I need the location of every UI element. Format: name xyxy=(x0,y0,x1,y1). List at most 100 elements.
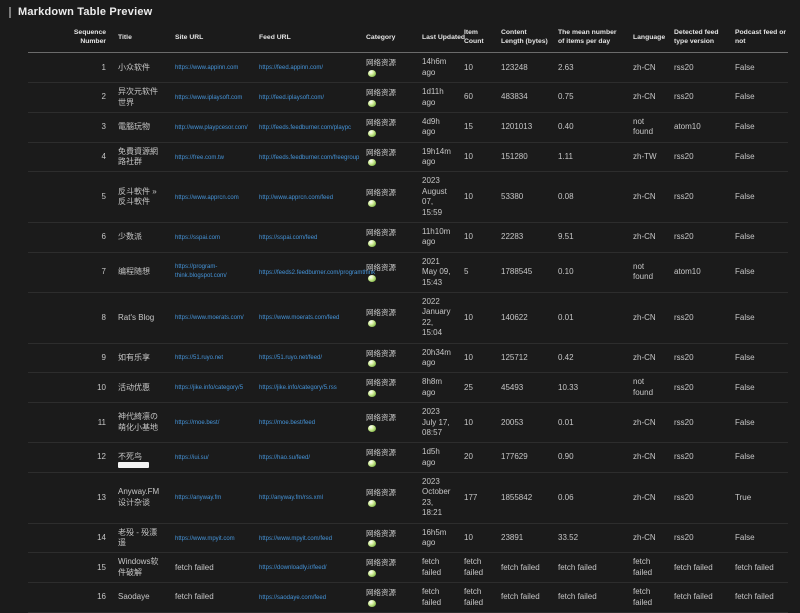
cell-seq: 2 xyxy=(28,83,110,113)
cell-mean_per_day: 0.42 xyxy=(550,343,625,373)
feed-link[interactable]: https://moe.best/feed xyxy=(259,419,315,428)
cell-podcast: False xyxy=(727,53,788,83)
cell-language: not found xyxy=(625,112,666,142)
cell-category: 网络资源 xyxy=(358,142,414,172)
feed-link[interactable]: https://downloadly.ir/feed/ xyxy=(259,564,327,573)
cell-title: 活动优惠 xyxy=(110,373,167,403)
table-row: 15Windows软件破解fetch failedhttps://downloa… xyxy=(28,553,788,583)
cell-item_count: fetch failed xyxy=(456,553,493,583)
cell-podcast: False xyxy=(727,252,788,292)
cell-feed_type: fetch failed xyxy=(666,553,727,583)
category-label: 网络资源 xyxy=(366,228,412,238)
cell-feed_url: https://51.ruyo.net/feed/ xyxy=(251,343,358,373)
cell-site_url: https://program-think.blogspot.com/ xyxy=(167,252,251,292)
cell-seq: 7 xyxy=(28,252,110,292)
column-header-label: Sequence Number xyxy=(66,28,106,46)
cell-category: 网络资源 xyxy=(358,83,414,113)
site-link[interactable]: https://www.moerats.com/ xyxy=(175,314,244,323)
cell-last_updated: 2023 October 23, 18:21 xyxy=(414,473,456,524)
table-row: 9如有乐享https://51.ruyo.nethttps://51.ruyo.… xyxy=(28,343,788,373)
cell-seq: 14 xyxy=(28,523,110,553)
feed-link[interactable]: https://feed.appinn.com/ xyxy=(259,64,323,73)
site-link[interactable]: https://jike.info/category/5 xyxy=(175,384,243,393)
cell-podcast: False xyxy=(727,172,788,223)
cell-mean_per_day: 0.01 xyxy=(550,292,625,343)
column-header-podcast: Podcast feed or not xyxy=(727,23,788,53)
feed-link[interactable]: http://www.apprcn.com/feed xyxy=(259,194,333,203)
cell-item_count: 10 xyxy=(456,292,493,343)
site-link[interactable]: https://www.mpyit.com xyxy=(175,535,235,544)
site-link[interactable]: https://free.com.tw xyxy=(175,154,224,163)
feed-link[interactable]: http://feed.iplaysoft.com/ xyxy=(259,94,324,103)
category-label: 网络资源 xyxy=(366,88,412,98)
feed-link[interactable]: https://saodaye.com/feed xyxy=(259,594,326,603)
cell-podcast: False xyxy=(727,223,788,253)
column-header-feed_url: Feed URL xyxy=(251,23,358,53)
cell-last_updated: 4d9h ago xyxy=(414,112,456,142)
cell-last_updated: 16h5m ago xyxy=(414,523,456,553)
cell-site_url: https://51.ruyo.net xyxy=(167,343,251,373)
table-row: 13Anyway.FM 设计杂谈https://anyway.fmhttp://… xyxy=(28,473,788,524)
cell-item_count: 15 xyxy=(456,112,493,142)
column-header-last_updated: Last Updated xyxy=(414,23,456,53)
column-header-label: Item Count xyxy=(464,29,484,45)
cell-last_updated: 2023 July 17, 08:57 xyxy=(414,403,456,443)
category-green-dot-icon xyxy=(368,240,376,247)
column-header-language: Language xyxy=(625,23,666,53)
site-link[interactable]: https://51.ruyo.net xyxy=(175,354,223,363)
feed-link[interactable]: http://anyway.fm/rss.xml xyxy=(259,494,323,503)
feed-link[interactable]: https://www.mpyit.com/feed xyxy=(259,535,332,544)
cell-seq: 10 xyxy=(28,373,110,403)
cell-language: zh-CN xyxy=(625,403,666,443)
cell-category: 网络资源 xyxy=(358,172,414,223)
cell-title: Saodaye xyxy=(110,583,167,613)
cell-seq: 13 xyxy=(28,473,110,524)
site-link[interactable]: https://www.iplaysoft.com xyxy=(175,94,242,103)
column-header-label: Content Length (bytes) xyxy=(501,29,548,45)
cell-podcast: False xyxy=(727,343,788,373)
category-label: 网络资源 xyxy=(366,148,412,158)
column-header-label: Title xyxy=(118,34,132,41)
cell-content_length: 125712 xyxy=(493,343,550,373)
category-label: 网络资源 xyxy=(366,413,412,423)
cell-language: zh-CN xyxy=(625,53,666,83)
cell-last_updated: 2022 January 22, 15:04 xyxy=(414,292,456,343)
feed-link[interactable]: http://feeds.feedburner.com/playpc xyxy=(259,124,351,133)
cell-category: 网络资源 xyxy=(358,443,414,473)
site-link[interactable]: https://program-think.blogspot.com/ xyxy=(175,263,249,281)
feed-link[interactable]: https://feeds2.feedburner.com/programthi… xyxy=(259,269,375,278)
cell-content_length: 22283 xyxy=(493,223,550,253)
feed-link[interactable]: http://feeds.feedburner.com/freegroup xyxy=(259,154,359,163)
cell-item_count: 60 xyxy=(456,83,493,113)
cell-category: 网络资源 xyxy=(358,223,414,253)
category-green-dot-icon xyxy=(368,200,376,207)
cell-language: zh-CN xyxy=(625,443,666,473)
site-link[interactable]: http://www.playpcesor.com/ xyxy=(175,124,248,133)
cell-language: zh-CN xyxy=(625,473,666,524)
site-link[interactable]: https://sspai.com xyxy=(175,234,220,243)
feed-link[interactable]: https://51.ruyo.net/feed/ xyxy=(259,354,322,363)
cell-item_count: 10 xyxy=(456,53,493,83)
cell-feed_url: http://feed.iplaysoft.com/ xyxy=(251,83,358,113)
cell-category: 网络资源 xyxy=(358,252,414,292)
site-link[interactable]: https://www.appinn.com xyxy=(175,64,238,73)
cell-item_count: 10 xyxy=(456,172,493,223)
site-link[interactable]: https://www.apprcn.com xyxy=(175,194,239,203)
feed-link[interactable]: https://jike.info/category/5.rss xyxy=(259,384,337,393)
cell-feed_url: http://feeds.feedburner.com/freegroup xyxy=(251,142,358,172)
cell-feed_type: rss20 xyxy=(666,403,727,443)
scrollbar-thumb[interactable] xyxy=(118,462,149,468)
cell-site_url: https://www.apprcn.com xyxy=(167,172,251,223)
column-header-label: The mean number of items per day xyxy=(558,29,617,45)
feed-link[interactable]: https://www.moerats.com/feed xyxy=(259,314,339,323)
cell-content_length: 1788545 xyxy=(493,252,550,292)
cell-seq: 6 xyxy=(28,223,110,253)
cell-last_updated: 14h6m ago xyxy=(414,53,456,83)
category-green-dot-icon xyxy=(368,100,376,107)
cell-content_length: 151280 xyxy=(493,142,550,172)
feed-link[interactable]: https://sspai.com/feed xyxy=(259,234,317,243)
site-link[interactable]: https://moe.best/ xyxy=(175,419,219,428)
title-accent-bar xyxy=(9,7,11,18)
site-link[interactable]: https://anyway.fm xyxy=(175,494,221,503)
category-green-dot-icon xyxy=(368,320,376,327)
